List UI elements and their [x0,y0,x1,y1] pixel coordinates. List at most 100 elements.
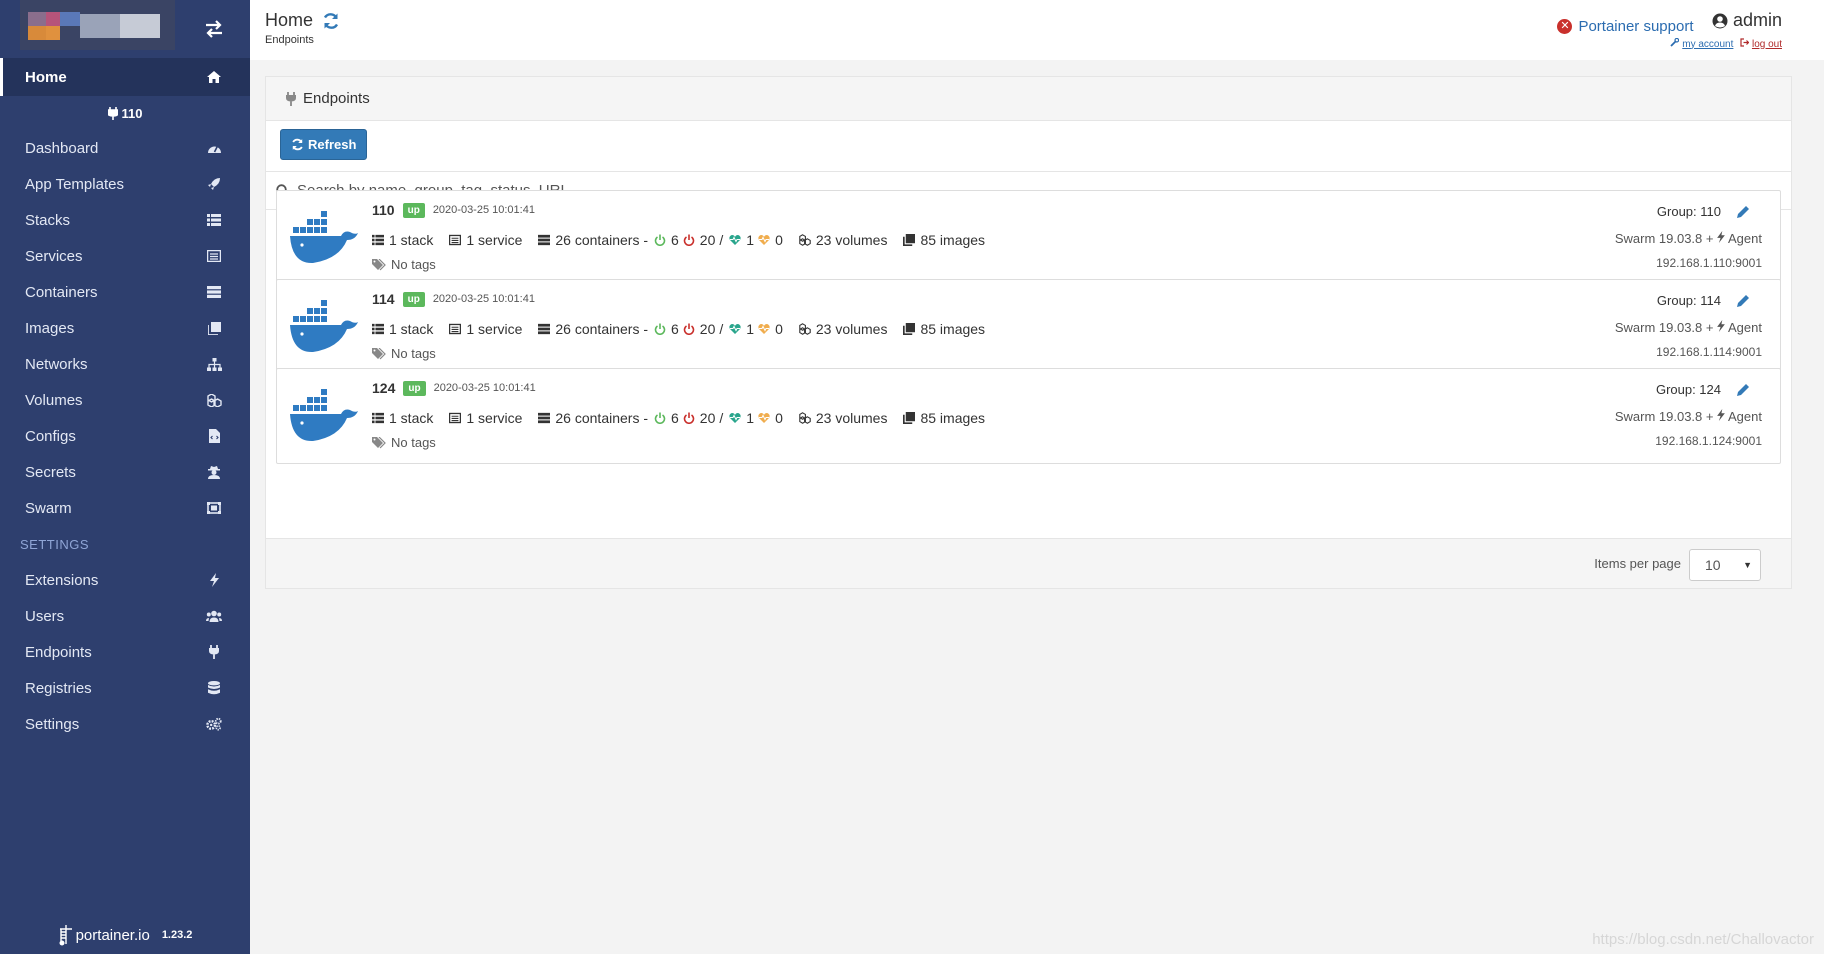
sidebar-item-settings[interactable]: Settings [0,706,250,742]
sidebar-item-stacks[interactable]: Stacks [0,202,250,238]
widget-title: Endpoints [303,90,370,107]
agent-label: Agent [1728,231,1762,246]
sidebar-item-registries[interactable]: Registries [0,670,250,706]
logo-image[interactable] [20,0,175,50]
refresh-button[interactable]: Refresh [280,129,368,160]
sidebar-item-configs[interactable]: Configs [0,418,250,454]
swarm-version: Swarm 19.03.8 + [1614,231,1714,246]
volume-count: 23 volumes [815,410,888,426]
page-header: Home Endpoints ✕ Portainer support admin… [250,0,1824,60]
database-icon [206,680,222,696]
sidebar: Home 110 Dashboard App Templates Stacks … [0,0,250,954]
sidebar-item-app-templates[interactable]: App Templates [0,166,250,202]
sidebar-item-networks[interactable]: Networks [0,346,250,382]
sidebar-item-endpoints[interactable]: Endpoints [0,634,250,670]
sidebar-item-label: Networks [25,355,88,373]
power-off-icon [683,323,695,335]
settings-section-title: SETTINGS [20,536,90,552]
refresh-label: Refresh [308,137,357,152]
toggle-sidebar-icon[interactable] [204,20,224,38]
endpoint-card[interactable]: 124 up 2020-03-25 10:01:41 1 stack 1 ser… [276,368,1781,464]
container-count: 26 containers - [555,321,648,337]
header-user-area: ✕ Portainer support admin my account log… [1557,10,1782,50]
plug-icon [286,91,296,106]
endpoint-name: 110 [372,202,395,218]
running-count: 6 [671,321,679,337]
service-count: 1 service [466,321,523,337]
items-per-page-value: 10 [1705,557,1721,573]
object-group-icon [206,500,222,516]
stack-count: 1 stack [389,321,434,337]
portainer-support-link[interactable]: ✕ Portainer support [1557,18,1694,35]
sidebar-item-label: Swarm [25,499,72,517]
heartbeat-icon [729,324,741,334]
my-account-link[interactable]: my account [1682,39,1733,50]
power-on-icon [654,323,666,335]
pencil-icon[interactable] [1736,294,1750,308]
page-title: Home [265,10,340,31]
portainer-logo-icon [59,925,72,946]
endpoint-group: Group: 124 [1655,382,1721,397]
endpoint-card[interactable]: 114 up 2020-03-25 10:01:41 1 stack 1 ser… [276,279,1781,375]
sitemap-icon [206,356,222,372]
server-icon [206,284,222,300]
endpoint-platform: Swarm 19.03.8 + Agent [1615,409,1762,424]
pagination-bar: Items per page 10 ▼ [266,538,1791,588]
heartbeat-icon [729,235,741,245]
sidebar-item-label: Secrets [25,463,76,481]
pencil-icon[interactable] [1736,205,1750,219]
sidebar-item-label: App Templates [25,175,124,193]
bolt-icon [1717,320,1725,332]
sidebar-item-label: Settings [25,715,80,733]
server-icon [538,234,551,246]
swarm-version: Swarm 19.03.8 + [1614,409,1714,424]
portainer-brand[interactable]: portainer.io [76,927,150,944]
th-list-icon [372,412,384,424]
sidebar-item-swarm[interactable]: Swarm [0,490,250,526]
endpoint-card[interactable]: 110 up 2020-03-25 10:01:41 1 stack 1 ser… [276,190,1781,286]
clone-icon [903,234,916,246]
cubes-icon [206,392,222,408]
endpoint-platform: Swarm 19.03.8 + Agent [1615,320,1762,335]
sidebar-item-secrets[interactable]: Secrets [0,454,250,490]
status-badge: up [402,202,425,218]
th-list-icon [372,323,384,335]
sidebar-item-label: Stacks [25,211,71,229]
pencil-icon[interactable] [1736,383,1750,397]
service-count: 1 service [466,410,523,426]
items-per-page-select[interactable]: 10 ▼ [1689,549,1761,581]
sidebar-item-home[interactable]: Home [0,58,250,96]
sidebar-item-users[interactable]: Users [0,598,250,634]
list-alt-icon [449,323,462,335]
volume-count: 23 volumes [815,321,888,337]
power-on-icon [654,412,666,424]
sidebar-item-containers[interactable]: Containers [0,274,250,310]
endpoint-timestamp: 2020-03-25 10:01:41 [432,204,535,216]
refresh-icon[interactable] [322,12,340,30]
stack-count: 1 stack [389,232,434,248]
widget-toolbar: Refresh [266,121,1791,172]
running-count: 6 [671,232,679,248]
life-ring-icon: ✕ [1557,18,1573,34]
stopped-count: 20 [699,321,716,337]
sidebar-item-images[interactable]: Images [0,310,250,346]
sidebar-item-services[interactable]: Services [0,238,250,274]
sign-out-icon [1740,37,1750,47]
sidebar-item-label: Volumes [25,391,83,409]
sidebar-item-volumes[interactable]: Volumes [0,382,250,418]
log-out-link[interactable]: log out [1752,39,1782,50]
sidebar-item-extensions[interactable]: Extensions [0,562,250,598]
endpoint-name: 124 [372,380,396,396]
watermark: https://blog.csdn.net/Challovactor [1592,931,1814,948]
plug-icon [107,106,118,120]
endpoint-timestamp: 2020-03-25 10:01:41 [432,293,535,305]
unhealthy-count: 0 [775,410,783,426]
list-alt-icon [206,248,222,264]
sidebar-item-label: Containers [25,283,98,301]
clone-icon [903,323,916,335]
sidebar-item-dashboard[interactable]: Dashboard [0,130,250,166]
agent-label: Agent [1728,320,1762,335]
sidebar-item-label: Configs [25,427,76,445]
sidebar-item-label: Extensions [25,571,99,589]
tachometer-icon [206,140,222,156]
